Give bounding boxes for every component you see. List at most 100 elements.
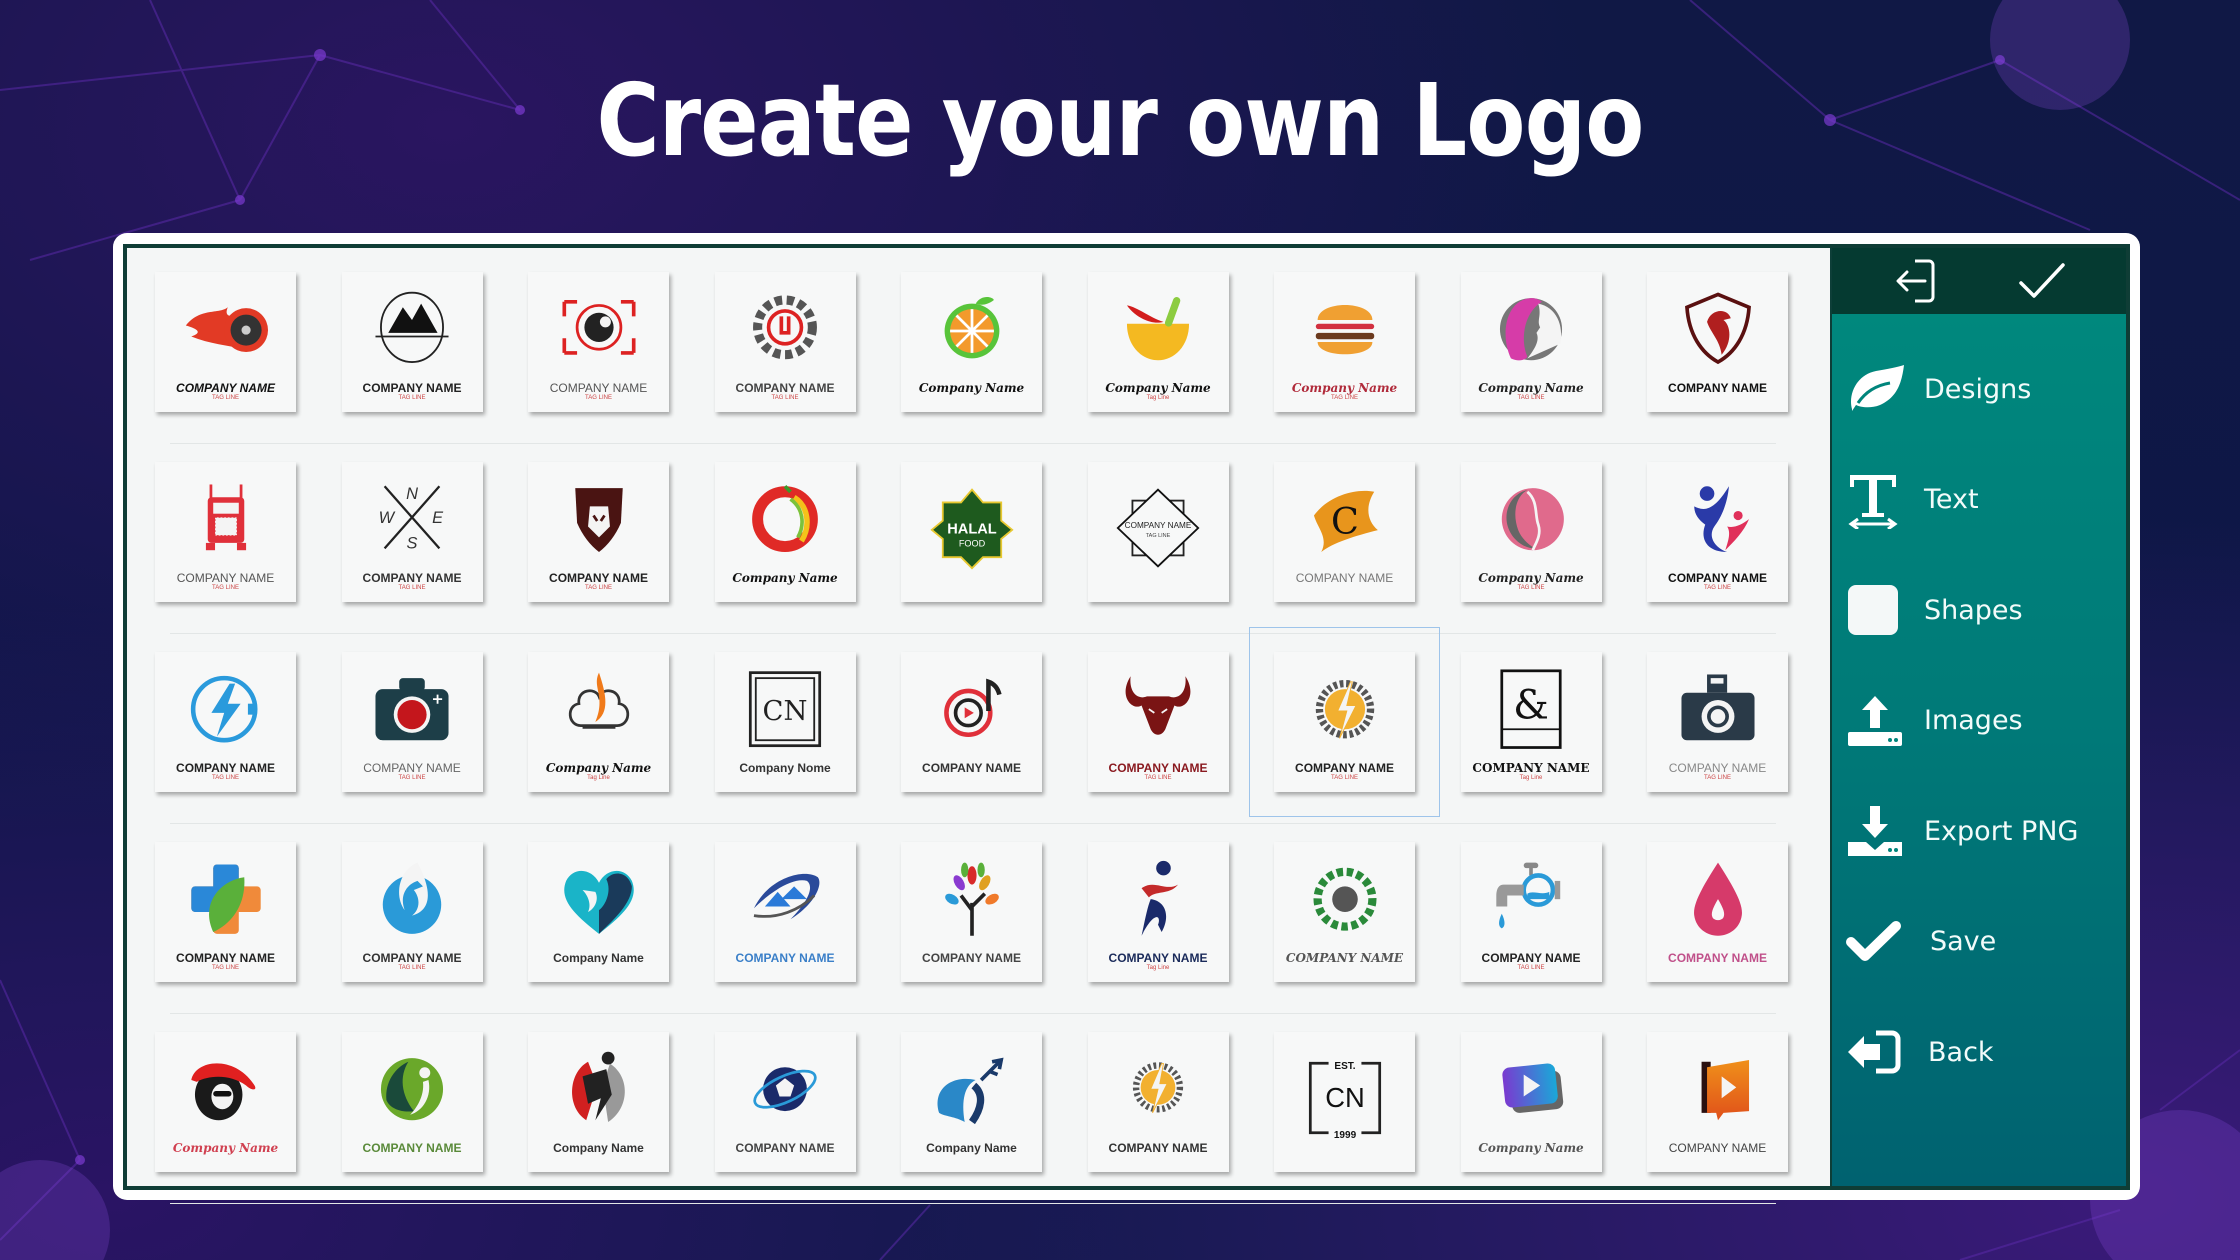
logo-company-name: Company Name [732,571,838,585]
logo-template-blue-phoenix[interactable]: COMPANY NAME TAG LINE [341,842,483,982]
logo-tagline: TAG LINE [1331,775,1358,781]
chef-hat-flame-icon [528,652,669,761]
water-tap-icon [1461,842,1602,951]
logo-tagline: Tag Line [1146,395,1170,401]
logo-template-diamond-frame[interactable]: COMPANY NAME TAG LINE [1087,462,1229,602]
logo-company-name: COMPANY NAME [1108,1141,1208,1155]
green-leaf-person-icon [342,1032,483,1141]
logo-company-name: COMPANY NAME [922,761,1021,775]
logo-template-est-cn-1999[interactable]: EST. CN 1999 [1274,1032,1415,1172]
menu-item-shapes[interactable]: Shapes [1832,555,2126,666]
exit-icon [1896,259,1934,303]
logo-template-halal-food-star[interactable]: HALAL FOOD [901,462,1042,602]
logo-template-retro-camera[interactable]: COMPANY NAME TAG LINE [1647,652,1788,792]
menu-item-back[interactable]: Back [1832,997,2126,1108]
gear-lightning-icon [1274,652,1415,761]
logo-template-music-play[interactable]: COMPANY NAME [901,652,1042,792]
menu-item-text[interactable]: Text [1832,445,2126,556]
menu-item-designs[interactable]: Designs [1832,334,2126,445]
logo-template-ampersand-box[interactable]: & COMPANY NAME Tag Line [1460,652,1602,792]
halal-food-star-icon: HALAL FOOD [901,462,1042,585]
logo-template-lightning-plug[interactable]: COMPANY NAME TAG LINE [155,652,296,792]
logo-company-name: Company Name [553,1141,644,1155]
svg-text:&: & [1513,682,1549,728]
logo-template-mountain-badge[interactable]: COMPANY NAME TAG LINE [341,272,483,412]
eagle-shield-icon [1647,272,1788,381]
logo-template-cn-square[interactable]: CN Company Nome [714,652,856,792]
cn-square-icon: CN [715,652,856,761]
logo-company-name: Company Name [553,951,644,965]
logo-template-plane-swoosh[interactable]: Company Name [901,1032,1042,1172]
confirm-button[interactable] [2012,253,2072,309]
svg-text:S: S [407,534,418,552]
lady-red-hat-icon [155,1032,296,1141]
mountain-badge-icon [342,272,483,381]
logo-tagline: TAG LINE [771,395,799,401]
logo-template-green-gear[interactable]: COMPANY NAME [1274,842,1415,982]
logo-template-red-drop[interactable]: COMPANY NAME [1647,842,1788,982]
logo-tagline: TAG LINE [398,965,426,971]
logo-template-brush-c[interactable]: C COMPANY NAME [1274,462,1415,602]
logo-template-lion-head[interactable]: COMPANY NAME TAG LINE [528,462,669,602]
logo-template-chili-ring[interactable]: Company Name [714,462,856,602]
logo-template-lady-red-hat[interactable]: Company Name [155,1032,296,1172]
logo-tagline: TAG LINE [585,395,612,401]
menu-label: Save [1930,926,1997,958]
logo-company-name: Company Name [1291,381,1398,395]
logo-template-bull-head[interactable]: COMPANY NAME TAG LINE [1087,652,1229,792]
menu-item-images[interactable]: Images [1832,666,2126,777]
logo-template-red-truck[interactable]: COMPANY NAME TAG LINE [155,462,296,602]
logo-template-woman-hair-purple[interactable]: Company Name TAG LINE [1460,272,1602,412]
menu-item-export-png[interactable]: Export PNG [1832,776,2126,887]
leaf-icon [1846,359,1916,419]
logo-template-colorful-tree[interactable]: COMPANY NAME [901,842,1042,982]
logo-template-compass-cross[interactable]: N W E S COMPANY NAME TAG LINE [341,462,483,602]
logo-template-eagle-shield[interactable]: COMPANY NAME [1647,272,1788,412]
logo-template-orange-slice[interactable]: Company Name [901,272,1042,412]
exit-button[interactable] [1887,253,1947,309]
logo-company-name: COMPANY NAME [1668,381,1767,395]
svg-text:HALAL: HALAL [947,521,997,537]
logo-template-soccer-player[interactable]: Company Name [528,1032,669,1172]
bull-head-icon [1088,652,1229,761]
logo-template-green-leaf-person[interactable]: COMPANY NAME [341,1032,483,1172]
logo-tagline: TAG LINE [398,775,426,781]
tool-sidebar: Designs Text Shapes Images Export PNG Sa… [1830,248,2126,1186]
logo-template-orange-play-book[interactable]: COMPANY NAME [1647,1032,1788,1172]
logo-template-burger[interactable]: Company Name TAG LINE [1274,272,1415,412]
logo-company-name: COMPANY NAME [1108,761,1208,775]
logo-row: COMPANY NAME TAG LINE COMPANY NAME TAG LINE… [155,842,1796,1032]
logo-company-name: COMPANY NAME [549,571,648,585]
logo-company-name: COMPANY NAME [735,1141,835,1155]
back-icon [1846,1022,1916,1082]
menu-item-save[interactable]: Save [1832,887,2126,998]
logo-company-name: COMPANY NAME [1668,1141,1767,1155]
logo-template-camera-lens-frame[interactable]: COMPANY NAME TAG LINE [528,272,669,412]
logo-row: Company Name COMPANY NAME Company Name COMP… [155,1032,1796,1222]
woman-hair-purple-icon [1461,272,1602,381]
logo-template-chili-mortar[interactable]: Company Name Tag Line [1087,272,1229,412]
logo-company-name: Company Name [1478,1141,1584,1155]
gear-lightning-small-icon [1088,1032,1229,1141]
logo-company-name: COMPANY NAME [362,571,462,585]
logo-template-water-tap[interactable]: COMPANY NAME TAG LINE [1460,842,1602,982]
logo-template-flaming-wheel[interactable]: COMPANY NAME TAG LINE [155,272,296,412]
logo-company-name: Company Name [926,1141,1017,1155]
logo-template-house-swoosh[interactable]: COMPANY NAME [714,842,856,982]
logo-template-chef-hat-flame[interactable]: Company Name Tag Line [528,652,669,792]
logo-template-soccer-ball-orbit[interactable]: COMPANY NAME [714,1032,856,1172]
logo-template-woman-hair-pink[interactable]: Company Name TAG LINE [1460,462,1602,602]
logo-template-medical-leaf-cross[interactable]: COMPANY NAME TAG LINE [155,842,296,982]
logo-template-gear-wrench[interactable]: COMPANY NAME TAG LINE [714,272,856,412]
logo-template-gear-lightning[interactable]: COMPANY NAME TAG LINE [1249,627,1440,817]
logo-template-dark-camera[interactable]: COMPANY NAME TAG LINE [341,652,483,792]
logo-template-video-play-gradient[interactable]: Company Name [1460,1032,1602,1172]
colorful-tree-icon [901,842,1042,951]
logo-template-gear-lightning-small[interactable]: COMPANY NAME [1087,1032,1229,1172]
logo-company-name: COMPANY NAME [1481,951,1581,965]
logo-template-heart-faces[interactable]: Company Name [528,842,669,982]
woman-hair-pink-icon [1461,462,1602,571]
logo-template-runner[interactable]: COMPANY NAME Tag Line [1087,842,1229,982]
logo-template-people-figures[interactable]: COMPANY NAME TAG LINE [1647,462,1788,602]
logo-company-name: COMPANY NAME [1295,761,1394,775]
